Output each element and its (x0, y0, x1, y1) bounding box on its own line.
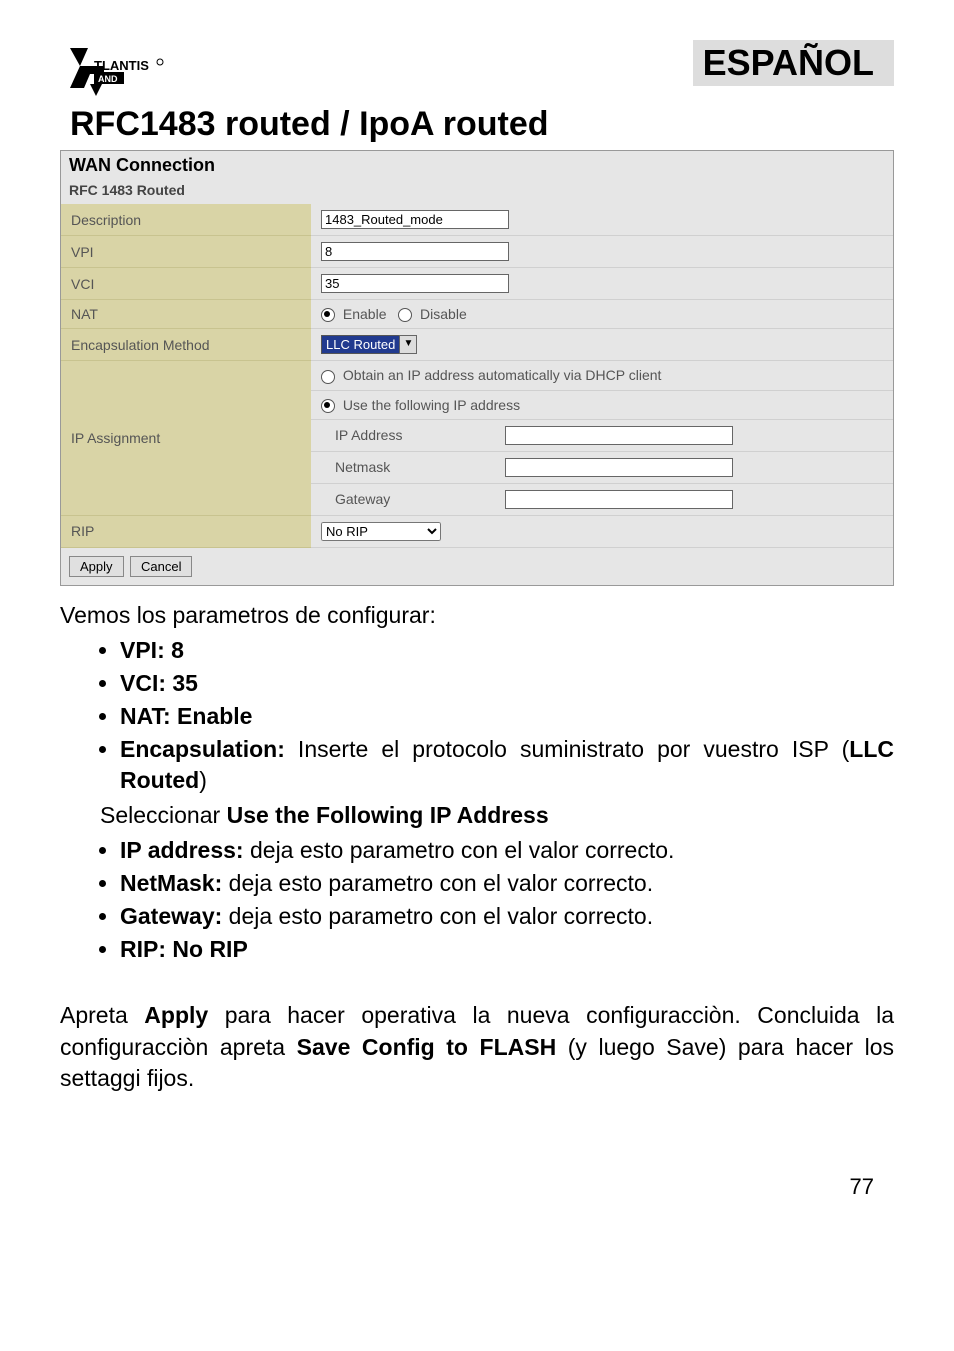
ip-dhcp-radio[interactable] (321, 370, 335, 384)
language-label: ESPAÑOL (693, 40, 894, 86)
page-title: RFC1483 routed / IpoA routed (60, 105, 894, 144)
section-title: WAN Connection (61, 151, 893, 180)
encap-label: Encapsulation Method (61, 329, 311, 361)
rip-label: RIP (61, 515, 311, 547)
ipassign-label: IP Assignment (61, 361, 311, 516)
description-label: Description (61, 204, 311, 236)
rip-select[interactable]: No RIP (321, 522, 441, 541)
bullet-netmask-text: deja esto parametro con el valor correct… (222, 870, 653, 896)
vci-label: VCI (61, 268, 311, 300)
bullet-encap-label: Encapsulation: (120, 736, 285, 762)
bullet-rip: RIP: No RIP (120, 936, 248, 962)
svg-text:AND: AND (98, 74, 118, 84)
nat-disable-radio[interactable] (398, 308, 412, 322)
gateway-input[interactable] (505, 490, 733, 509)
page-number: 77 (60, 1174, 894, 1200)
ip-dhcp-text: Obtain an IP address automatically via D… (343, 367, 662, 383)
vpi-label: VPI (61, 236, 311, 268)
vci-input[interactable] (321, 274, 509, 293)
bullet-gateway-text: deja esto parametro con el valor correct… (222, 903, 653, 929)
intro-line: Vemos los parametros de configurar: (60, 600, 894, 631)
cancel-button[interactable]: Cancel (130, 556, 192, 577)
select-line-pre: Seleccionar (100, 802, 227, 828)
nat-enable-text: Enable (343, 306, 387, 322)
subsection-title: RFC 1483 Routed (61, 180, 893, 204)
wan-connection-panel: WAN Connection RFC 1483 Routed Descripti… (60, 150, 894, 586)
body-text: Vemos los parametros de configurar: VPI:… (60, 600, 894, 1094)
bullet-gateway-label: Gateway: (120, 903, 222, 929)
bullet-vpi: VPI: 8 (120, 637, 184, 663)
bullet-ip-text: deja esto parametro con el valor correct… (244, 837, 675, 863)
nat-enable-radio[interactable] (321, 308, 335, 322)
svg-text:TLANTIS: TLANTIS (94, 58, 149, 73)
p2-pre: Apreta (60, 1002, 144, 1028)
nat-label: NAT (61, 300, 311, 329)
vpi-input[interactable] (321, 242, 509, 261)
nat-disable-text: Disable (420, 306, 467, 322)
bullet-netmask-label: NetMask: (120, 870, 222, 896)
netmask-label: Netmask (311, 451, 495, 483)
p2-b1: Apply (144, 1002, 208, 1028)
p2-b2: Save Config to FLASH (297, 1034, 557, 1060)
chevron-down-icon[interactable]: ▼ (399, 335, 417, 354)
bullet-encap-tail: ) (199, 767, 207, 793)
netmask-input[interactable] (505, 458, 733, 477)
bullet-vci: VCI: 35 (120, 670, 198, 696)
ip-static-radio[interactable] (321, 399, 335, 413)
gateway-label: Gateway (311, 483, 495, 515)
ip-address-input[interactable] (505, 426, 733, 445)
ip-static-text: Use the following IP address (343, 397, 520, 413)
ip-address-label: IP Address (311, 419, 495, 451)
description-input[interactable] (321, 210, 509, 229)
encap-select[interactable]: LLC Routed (321, 335, 400, 354)
select-line-bold: Use the Following IP Address (227, 802, 549, 828)
bullet-nat: NAT: Enable (120, 703, 252, 729)
apply-button[interactable]: Apply (69, 556, 124, 577)
bullet-encap-text: Inserte el protocolo suministrato por vu… (285, 736, 849, 762)
logo: TLANTIS AND (60, 40, 170, 105)
bullet-ip-label: IP address: (120, 837, 244, 863)
